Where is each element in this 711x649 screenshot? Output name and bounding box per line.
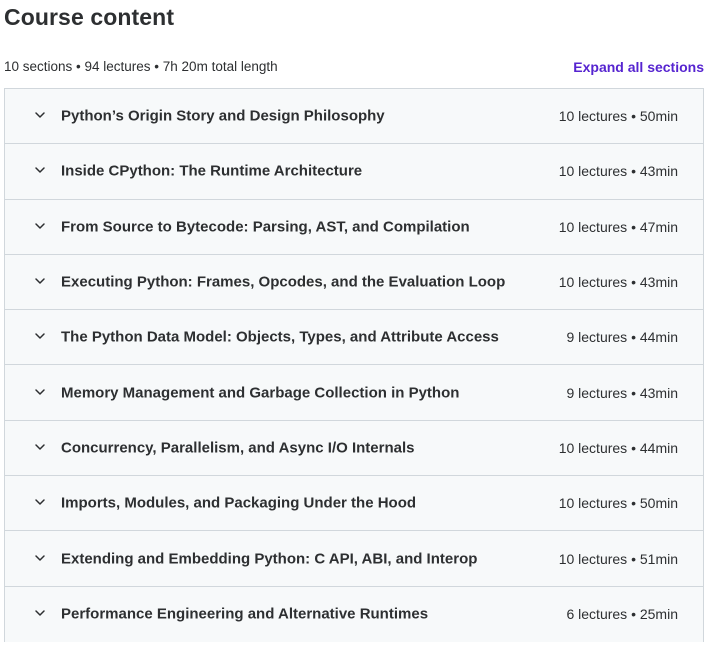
section-meta: 9 lectures • 43min — [566, 384, 678, 401]
chevron-down-icon — [33, 163, 47, 177]
section-header[interactable]: Imports, Modules, and Packaging Under th… — [5, 476, 703, 532]
section-meta: 10 lectures • 43min — [558, 274, 678, 291]
section-meta: 9 lectures • 44min — [566, 329, 678, 346]
section-meta: 10 lectures • 50min — [558, 108, 678, 125]
section-title: Concurrency, Parallelism, and Async I/O … — [61, 439, 415, 457]
section-title: The Python Data Model: Objects, Types, a… — [61, 328, 499, 346]
chevron-down-icon — [33, 551, 47, 565]
chevron-down-icon — [33, 329, 47, 343]
chevron-down-icon — [33, 385, 47, 399]
chevron-down-icon — [33, 606, 47, 620]
section-header[interactable]: Python’s Origin Story and Design Philoso… — [5, 89, 703, 145]
expand-all-sections-button[interactable]: Expand all sections — [573, 59, 704, 75]
section-title: Memory Management and Garbage Collection… — [61, 384, 460, 402]
section-title: Performance Engineering and Alternative … — [61, 605, 429, 623]
section-header[interactable]: Executing Python: Frames, Opcodes, and t… — [5, 254, 703, 311]
section-title: Imports, Modules, and Packaging Under th… — [61, 494, 417, 512]
chevron-down-icon — [33, 108, 47, 122]
course-summary: 10 sections • 94 lectures • 7h 20m total… — [4, 59, 278, 74]
section-header[interactable]: Performance Engineering and Alternative … — [5, 586, 703, 642]
section-meta: 10 lectures • 51min — [558, 550, 678, 567]
section-title: Inside CPython: The Runtime Architecture — [61, 162, 363, 180]
chevron-down-icon — [33, 440, 47, 454]
section-meta: 10 lectures • 50min — [558, 495, 678, 512]
section-header[interactable]: Memory Management and Garbage Collection… — [5, 365, 703, 421]
course-summary-row: 10 sections • 94 lectures • 7h 20m total… — [4, 59, 704, 77]
section-title: Python’s Origin Story and Design Philoso… — [61, 107, 385, 125]
section-title: Executing Python: Frames, Opcodes, and t… — [61, 273, 506, 291]
section-meta: 6 lectures • 25min — [566, 606, 678, 623]
section-title: From Source to Bytecode: Parsing, AST, a… — [61, 218, 470, 236]
section-meta: 10 lectures • 43min — [558, 163, 678, 180]
chevron-down-icon — [33, 274, 47, 288]
section-header[interactable]: Concurrency, Parallelism, and Async I/O … — [5, 420, 703, 477]
section-header[interactable]: The Python Data Model: Objects, Types, a… — [5, 310, 703, 366]
section-title: Extending and Embedding Python: C API, A… — [61, 550, 478, 568]
section-meta: 10 lectures • 44min — [558, 439, 678, 456]
section-header[interactable]: Extending and Embedding Python: C API, A… — [5, 531, 703, 587]
page-title: Course content — [4, 4, 175, 30]
chevron-down-icon — [33, 495, 47, 509]
section-header[interactable]: From Source to Bytecode: Parsing, AST, a… — [5, 199, 703, 255]
section-meta: 10 lectures • 47min — [558, 218, 678, 235]
sections-accordion: Python’s Origin Story and Design Philoso… — [4, 88, 704, 642]
section-header[interactable]: Inside CPython: The Runtime Architecture… — [5, 144, 703, 200]
chevron-down-icon — [33, 219, 47, 233]
